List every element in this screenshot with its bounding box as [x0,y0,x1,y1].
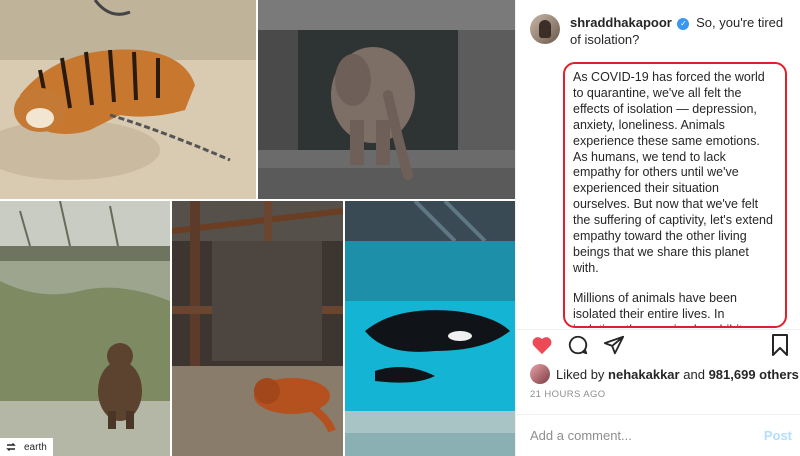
post-side-panel: shraddhakapoor ✓ So, you're tired of iso… [515,0,800,456]
comment-input[interactable]: Add a comment... [530,428,764,443]
heart-icon[interactable] [530,333,554,357]
caption-heading: shraddhakapoor ✓ So, you're tired of iso… [570,14,792,48]
divider [516,329,800,330]
divider [516,414,800,415]
post-comment-button[interactable]: Post [764,428,792,443]
post-caption-header: shraddhakapoor ✓ So, you're tired of iso… [530,14,792,48]
bookmark-icon[interactable] [768,333,792,357]
photo-chained-tiger [0,0,256,199]
post-image-collage[interactable]: earth [0,0,515,456]
username-link[interactable]: shraddhakapoor [570,15,672,30]
photo-orangutan-in-cage [172,201,343,456]
highlighted-caption-text: As COVID-19 has forced the world to quar… [563,62,787,328]
repost-account: earth [24,441,47,453]
comment-bar: Add a comment... Post [530,424,792,446]
likes-count[interactable]: 981,699 others [709,367,799,382]
caption-paragraph: As COVID-19 has forced the world to quar… [573,70,773,275]
comment-icon[interactable] [566,333,590,357]
caption-paragraph: Millions of animals have been isolated t… [573,290,743,326]
photo-orca-tank [345,201,515,456]
avatar[interactable] [530,14,560,44]
post-actions-bar [530,333,792,357]
liker-username[interactable]: nehakakkar [608,367,680,382]
likes-summary[interactable]: Liked by nehakakkar and 981,699 others [530,364,799,384]
repost-icon [4,440,18,454]
likes-text: Liked by nehakakkar and 981,699 others [556,366,799,382]
post-timestamp[interactable]: 21 HOURS AGO [530,389,606,400]
photo-caged-bear [0,201,170,456]
liker-avatar [530,364,550,384]
verified-icon: ✓ [677,18,690,30]
photo-captive-elephant [258,0,515,199]
share-icon[interactable] [602,333,626,357]
repost-attribution[interactable]: earth [0,438,53,456]
